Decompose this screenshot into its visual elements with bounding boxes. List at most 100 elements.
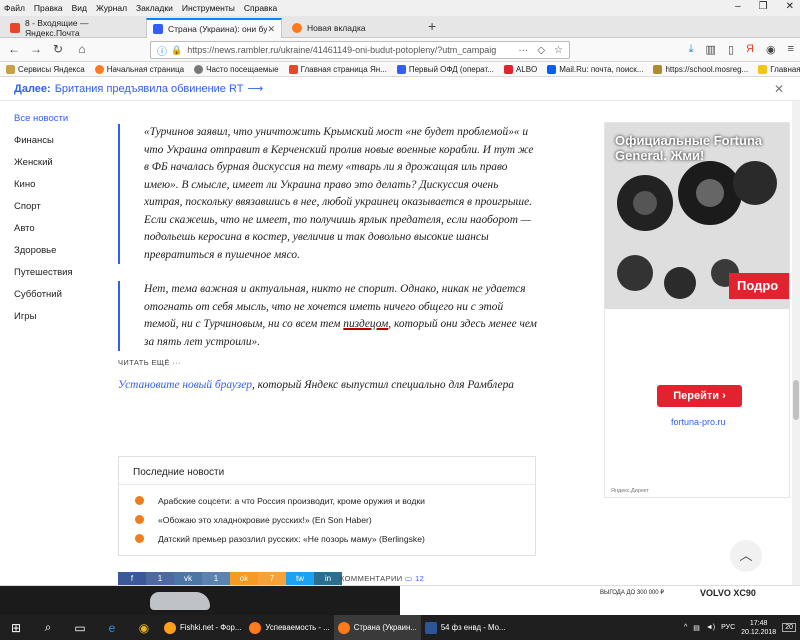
notification-badge[interactable]: 20 [782,623,796,632]
other-share-button[interactable]: in [314,572,342,586]
edge-icon[interactable]: e [96,615,128,640]
ad-domain[interactable]: fortuna-pro.ru [671,417,726,427]
restore-icon[interactable]: ❐ [759,1,768,12]
reload-icon[interactable]: ↻ [50,42,66,56]
close-icon[interactable]: ✕ [774,82,784,96]
network-icon[interactable]: ▤ [693,624,700,632]
scrollbar-thumb[interactable] [793,380,799,420]
bottom-ad-banner[interactable]: ВЫГОДА ДО 300 000 ₽ VOLVO XC90 [0,585,800,616]
menu-history[interactable]: Журнал [96,3,127,13]
section-nav: Все новости Финансы Женский Кино Спорт А… [14,112,104,332]
close-tab-icon[interactable]: ✕ [267,24,275,35]
bookmark-item[interactable]: Сервисы Яндекса [6,64,85,74]
windows-start-icon[interactable]: ⊞ [0,615,32,640]
vk-share-count: 1 [202,572,230,586]
menu-hamburger-icon[interactable]: ≡ [788,43,794,56]
twitter-share-button[interactable]: tw [286,572,314,586]
underlined-word: пиздецом [343,318,389,330]
nav-finance[interactable]: Финансы [14,134,104,156]
comments-link[interactable]: КОММЕНТАРИИ ▭ 12 [340,574,424,583]
menu-view[interactable]: Вид [72,3,87,13]
taskbar-app[interactable]: Успеваемость - ... [245,615,333,640]
source-icon [135,534,144,543]
forward-icon[interactable]: → [28,42,44,56]
close-window-icon[interactable]: ✕ [786,1,794,12]
yandex-icon[interactable]: Я [746,43,754,56]
nav-women[interactable]: Женский [14,156,104,178]
tab-new[interactable]: Новая вкладка [286,18,418,38]
chevron-up-icon[interactable]: ^ [684,624,687,631]
read-more-button[interactable]: ЧИТАТЬ ЕЩЁ ··· [118,358,538,367]
menu-edit[interactable]: Правка [34,3,63,13]
new-tab-icon[interactable]: + [428,18,436,34]
facebook-share-button[interactable]: f [118,572,146,586]
bookmark-item[interactable]: Первый ОФД (операт... [396,64,494,74]
sidebar-icon[interactable]: ▯ [728,43,734,56]
menu-bookmarks[interactable]: Закладки [136,3,173,13]
nav-cinema[interactable]: Кино [14,178,104,200]
app-icon [164,621,176,634]
nav-sport[interactable]: Спорт [14,200,104,222]
chrome-icon[interactable]: ◉ [128,615,160,640]
bookmark-item[interactable]: https://school.mosreg... [653,64,748,74]
bookmark-item[interactable]: ALBO [503,64,537,74]
more-icon[interactable]: ··· [518,45,528,56]
news-item[interactable]: Арабские соцсети: а что Россия производи… [119,491,535,510]
extension-icon[interactable]: ◉ [766,43,776,56]
nav-health[interactable]: Здоровье [14,244,104,266]
download-icon[interactable]: ⤓ [689,43,694,56]
taskbar-app[interactable]: Страна (Украин... [333,615,421,640]
next-article-bar[interactable]: Далее: Британия предъявила обвинение RT … [0,77,800,101]
nav-games[interactable]: Игры [14,310,104,332]
url-text[interactable]: https://news.rambler.ru/ukraine/41461149… [187,45,496,55]
bookmark-star-icon[interactable]: ☆ [554,45,563,56]
library-icon[interactable]: ▥ [706,43,716,56]
nav-auto[interactable]: Авто [14,222,104,244]
language-indicator[interactable]: РУС [721,624,735,631]
nav-saturday[interactable]: Субботний [14,288,104,310]
url-bar[interactable]: ⓘ 🔒 https://news.rambler.ru/ukraine/4146… [150,41,570,59]
pocket-icon[interactable]: ◇ [537,45,545,56]
install-browser-link[interactable]: Установите новый браузер [118,379,252,391]
bookmark-item[interactable]: Главная [758,64,800,74]
taskbar-app[interactable]: 54 фз енвд - Мо... [421,615,510,640]
ok-share-button[interactable]: ok [230,572,258,586]
task-view-icon[interactable]: ▭ [64,615,96,640]
tab-mail[interactable]: 8 - Входящие — Яндекс.Почта [4,18,144,38]
ad-headline[interactable]: Официальные Fortuna General. Жми! [615,133,789,163]
news-item[interactable]: «Обожаю это хладнокровие русских!» (En S… [119,510,535,529]
nav-all-news[interactable]: Все новости [14,112,104,134]
ad-banner[interactable]: Официальные Fortuna General. Жми! Подро … [604,122,790,498]
volume-icon[interactable]: ◄) [706,624,715,631]
bookmark-item[interactable]: Начальная страница [94,64,184,74]
scroll-up-button[interactable]: ︿ [730,540,762,572]
clock[interactable]: 17:48 20.12.2018 [741,619,776,637]
page-scrollbar[interactable] [792,101,800,585]
news-item[interactable]: Датский премьер разозлил русских: «Не по… [119,529,535,548]
info-icon[interactable]: ⓘ [157,43,167,58]
menu-file[interactable]: Файл [4,3,25,13]
next-label: Далее: [14,82,51,95]
quote-paragraph: Нет, тема важная и актуальная, никто не … [144,283,537,348]
search-icon[interactable]: ⌕ [32,615,64,640]
menu-bar: Файл Правка Вид Журнал Закладки Инструме… [0,0,800,16]
vk-share-button[interactable]: vk [174,572,202,586]
ad-go-button[interactable]: Перейти › [657,385,742,407]
back-icon[interactable]: ← [6,42,22,56]
menu-help[interactable]: Справка [244,3,277,13]
tab-rambler[interactable]: Страна (Украина): они будут п ✕ [146,18,282,38]
ad-red-tab[interactable]: Подро [729,273,789,299]
bookmark-item[interactable]: Главная страница Ян... [288,64,387,74]
home-icon[interactable]: ⌂ [74,42,90,56]
arrow-right-icon: ⟶ [247,83,264,95]
next-article-title[interactable]: Британия предъявила обвинение RT [55,83,244,95]
bookmarks-bar: Сервисы Яндекса Начальная страница Часто… [0,62,800,77]
bookmark-site-icon [94,64,104,74]
nav-travel[interactable]: Путешествия [14,266,104,288]
minimize-icon[interactable]: – [735,1,741,12]
taskbar-app[interactable]: Fishki.net - Фор... [160,615,245,640]
menu-tools[interactable]: Инструменты [182,3,235,13]
bookmark-item[interactable]: Часто посещаемые [194,64,279,74]
word-icon [424,621,437,634]
bookmark-item[interactable]: Mail.Ru: почта, поиск... [547,64,643,74]
